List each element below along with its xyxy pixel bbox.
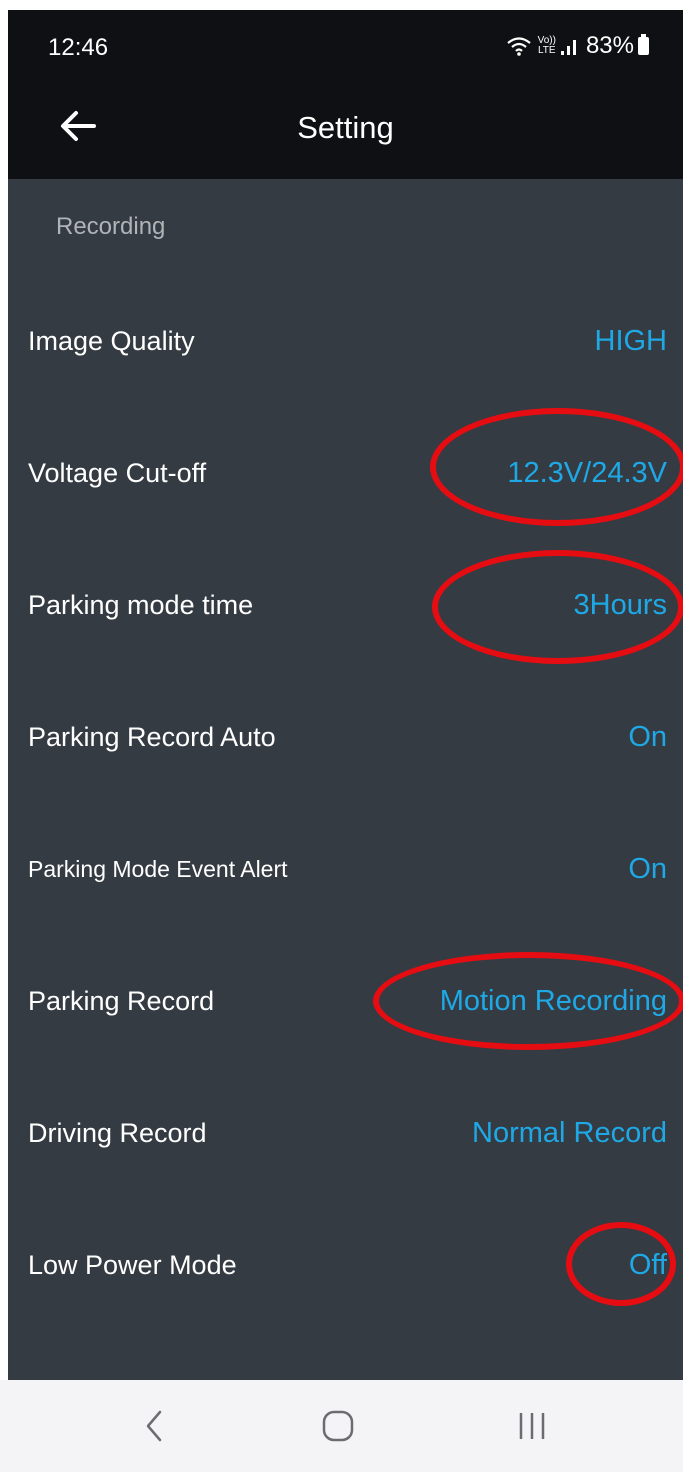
status-icons: Vo)) LTE 83%	[506, 32, 649, 60]
recents-icon	[519, 1413, 545, 1439]
setting-value[interactable]: 12.3V/24.3V	[507, 407, 667, 539]
nav-home-button[interactable]	[308, 1400, 368, 1452]
page-title: Setting	[297, 110, 394, 145]
status-time: 12:46	[48, 34, 109, 61]
setting-value[interactable]: Normal Record	[472, 1067, 667, 1199]
setting-label: Image Quality	[28, 326, 195, 356]
setting-row-voltage-cutoff[interactable]: Voltage Cut-off 12.3V/24.3V	[8, 407, 683, 539]
setting-value[interactable]: 3Hours	[574, 539, 668, 671]
setting-row-parking-record[interactable]: Parking Record Motion Recording	[8, 935, 683, 1067]
home-icon	[322, 1410, 354, 1442]
volte-lte-indicator: Vo)) LTE	[537, 35, 556, 56]
setting-label: Driving Record	[28, 1118, 207, 1148]
setting-value[interactable]: Motion Recording	[440, 935, 667, 1067]
setting-label: Voltage Cut-off	[28, 458, 207, 488]
settings-screen: 12:46 Vo)) LTE 83% Setting Recording Ima…	[8, 10, 683, 1472]
nav-back-button[interactable]	[124, 1400, 184, 1452]
system-navigation-bar	[0, 1380, 683, 1472]
setting-row-parking-mode-time[interactable]: Parking mode time 3Hours	[8, 539, 683, 671]
battery-icon	[638, 34, 649, 55]
signal-icon	[560, 36, 580, 56]
setting-value[interactable]: Off	[629, 1199, 667, 1331]
setting-label: Low Power Mode	[28, 1250, 237, 1280]
setting-row-low-power-mode[interactable]: Low Power Mode Off	[8, 1199, 683, 1331]
setting-value[interactable]: On	[628, 803, 667, 935]
setting-label: Parking mode time	[28, 590, 254, 620]
setting-value[interactable]: HIGH	[595, 275, 668, 407]
setting-label: Parking Record Auto	[28, 722, 276, 752]
section-title-recording: Recording	[56, 213, 166, 240]
battery-percent: 83%	[585, 32, 634, 59]
setting-row-parking-record-auto[interactable]: Parking Record Auto On	[8, 671, 683, 803]
setting-value[interactable]: On	[628, 671, 667, 803]
setting-row-driving-record[interactable]: Driving Record Normal Record	[8, 1067, 683, 1199]
wifi-icon	[506, 35, 532, 57]
setting-row-parking-mode-event-alert[interactable]: Parking Mode Event Alert On	[8, 803, 683, 935]
chevron-left-icon	[146, 1410, 162, 1442]
top-bar: 12:46 Vo)) LTE 83% Setting	[8, 10, 683, 179]
setting-label: Parking Mode Event Alert	[28, 856, 288, 882]
setting-label: Parking Record	[28, 986, 215, 1016]
nav-recents-button[interactable]	[502, 1400, 562, 1452]
setting-row-image-quality[interactable]: Image Quality HIGH	[8, 275, 683, 407]
